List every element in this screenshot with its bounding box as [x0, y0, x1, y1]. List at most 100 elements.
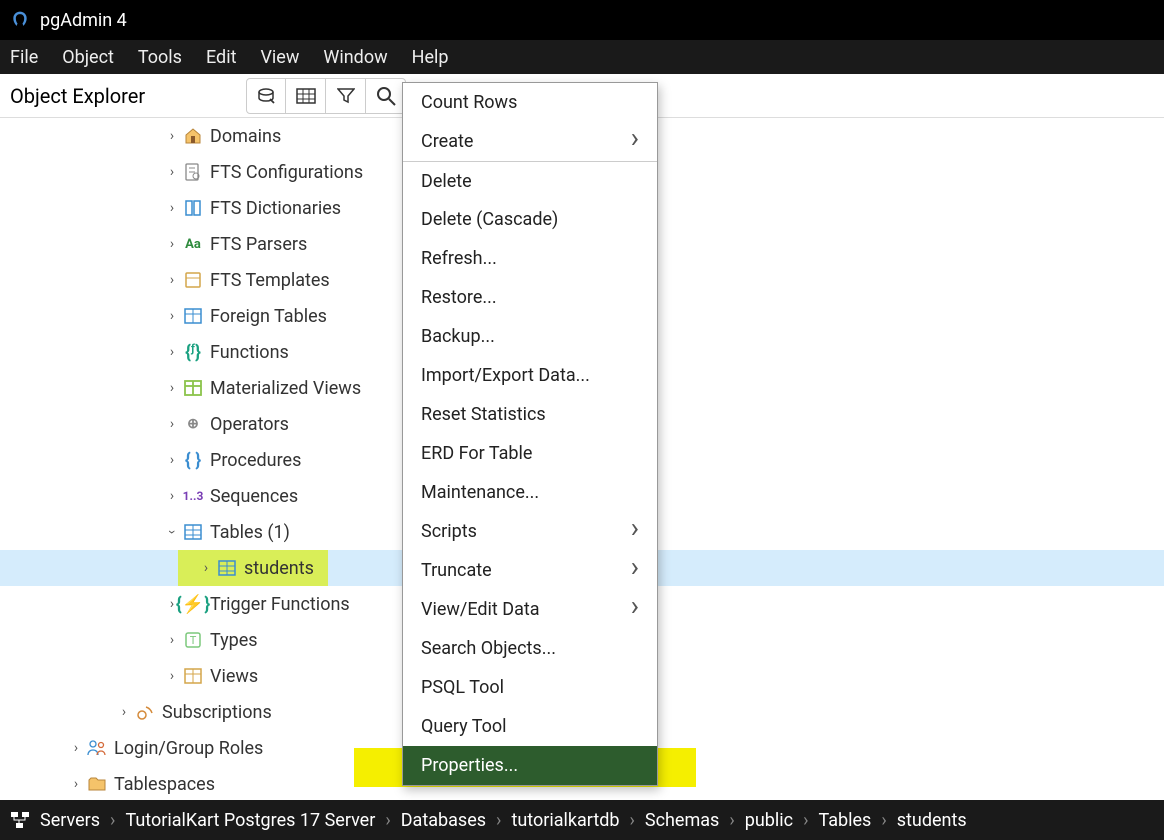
mat-views-icon — [182, 380, 204, 396]
tree-label: Trigger Functions — [210, 594, 350, 615]
menu-reset-stats[interactable]: Reset Statistics — [403, 395, 657, 434]
tree-label: Views — [210, 666, 258, 687]
menu-tools[interactable]: Tools — [138, 47, 182, 68]
menu-view[interactable]: View — [260, 47, 299, 68]
menu-delete[interactable]: Delete — [403, 161, 657, 200]
tree-label: FTS Configurations — [210, 162, 363, 183]
menu-psql-tool[interactable]: PSQL Tool — [403, 668, 657, 707]
chevron-right-icon: › — [162, 200, 182, 216]
chevron-right-icon: › — [66, 740, 86, 756]
chevron-right-icon: › — [162, 236, 182, 252]
tree-label: Tables (1) — [210, 522, 290, 543]
bc-students[interactable]: students — [897, 810, 967, 831]
menu-maintenance[interactable]: Maintenance... — [403, 473, 657, 512]
breadcrumb: Servers› TutorialKart Postgres 17 Server… — [0, 800, 1164, 840]
context-menu: Count Rows Create Delete Delete (Cascade… — [402, 82, 658, 786]
fts-dict-icon — [182, 199, 204, 217]
chevron-right-icon: › — [162, 380, 182, 396]
tree-label: FTS Dictionaries — [210, 198, 341, 219]
menu-count-rows[interactable]: Count Rows — [403, 83, 657, 122]
menu-refresh[interactable]: Refresh... — [403, 239, 657, 278]
operators-icon: ⊕ — [182, 416, 204, 432]
titlebar: pgAdmin 4 — [0, 0, 1164, 40]
query-tool-icon[interactable] — [246, 78, 286, 114]
menu-edit[interactable]: Edit — [206, 47, 236, 68]
chevron-right-icon: › — [162, 668, 182, 684]
menu-erd[interactable]: ERD For Table — [403, 434, 657, 473]
chevron-right-icon — [631, 560, 639, 581]
menu-view-edit-data[interactable]: View/Edit Data — [403, 590, 657, 629]
chevron-right-icon: › — [114, 704, 134, 720]
fts-templates-icon — [182, 271, 204, 289]
functions-icon: {ƒ} — [182, 342, 204, 363]
tree-label: FTS Parsers — [210, 234, 307, 255]
tree-label: Types — [210, 630, 258, 651]
menu-help[interactable]: Help — [412, 47, 449, 68]
svg-text:T: T — [190, 634, 197, 647]
server-tree-icon — [10, 811, 30, 829]
sequences-icon: 1..3 — [182, 489, 204, 503]
filter-icon[interactable] — [326, 78, 366, 114]
explorer-toolbar — [246, 78, 1164, 114]
app-title: pgAdmin 4 — [40, 10, 127, 31]
trigger-fn-icon: {⚡} — [182, 594, 204, 615]
tree-label: FTS Templates — [210, 270, 330, 291]
chevron-down-icon: › — [164, 522, 180, 542]
procedures-icon: { } — [182, 450, 204, 471]
bc-db[interactable]: tutorialkartdb — [511, 810, 619, 831]
login-roles-icon — [86, 739, 108, 757]
chevron-right-icon: › — [162, 272, 182, 288]
tree-label: Subscriptions — [162, 702, 272, 723]
menu-file[interactable]: File — [10, 47, 38, 68]
menu-query-tool[interactable]: Query Tool — [403, 707, 657, 746]
menubar: File Object Tools Edit View Window Help — [0, 40, 1164, 74]
chevron-right-icon: › — [162, 488, 182, 504]
menu-restore[interactable]: Restore... — [403, 278, 657, 317]
chevron-right-icon: › — [196, 560, 216, 576]
chevron-right-icon: › — [162, 416, 182, 432]
bc-public[interactable]: public — [745, 810, 793, 831]
views-icon — [182, 668, 204, 684]
tree-label: Tablespaces — [114, 774, 215, 795]
bc-schemas[interactable]: Schemas — [645, 810, 719, 831]
fts-parsers-icon: Aa — [182, 237, 204, 252]
bc-databases[interactable]: Databases — [401, 810, 486, 831]
app-icon — [10, 10, 30, 30]
chevron-right-icon — [631, 521, 639, 542]
chevron-right-icon: › — [162, 308, 182, 324]
bc-server[interactable]: TutorialKart Postgres 17 Server — [125, 810, 375, 831]
chevron-right-icon: › — [162, 128, 182, 144]
menu-import-export[interactable]: Import/Export Data... — [403, 356, 657, 395]
view-data-icon[interactable] — [286, 78, 326, 114]
menu-window[interactable]: Window — [323, 47, 387, 68]
chevron-right-icon — [631, 131, 639, 152]
types-icon: T — [182, 632, 204, 648]
menu-properties[interactable]: Properties... — [403, 746, 657, 785]
menu-search-objects[interactable]: Search Objects... — [403, 629, 657, 668]
chevron-right-icon: › — [162, 344, 182, 360]
object-explorer-title: Object Explorer — [10, 84, 145, 108]
subscriptions-icon — [134, 703, 156, 721]
menu-truncate[interactable]: Truncate — [403, 551, 657, 590]
tree-label: Sequences — [210, 486, 298, 507]
tree-label: Login/Group Roles — [114, 738, 263, 759]
bc-servers[interactable]: Servers — [40, 810, 100, 831]
menu-scripts[interactable]: Scripts — [403, 512, 657, 551]
tablespaces-icon — [86, 777, 108, 791]
menu-create[interactable]: Create — [403, 122, 657, 161]
menu-object[interactable]: Object — [62, 47, 114, 68]
tree-label: Functions — [210, 342, 289, 363]
fts-config-icon — [182, 163, 204, 181]
tree-label: Operators — [210, 414, 289, 435]
menu-backup[interactable]: Backup... — [403, 317, 657, 356]
tree-label: Materialized Views — [210, 378, 361, 399]
chevron-right-icon: › — [162, 164, 182, 180]
foreign-tables-icon — [182, 308, 204, 324]
bc-tables[interactable]: Tables — [818, 810, 871, 831]
chevron-right-icon: › — [162, 632, 182, 648]
chevron-right-icon: › — [162, 452, 182, 468]
search-icon[interactable] — [366, 78, 406, 114]
tables-icon — [182, 524, 204, 540]
tree-label: Foreign Tables — [210, 306, 327, 327]
menu-delete-cascade[interactable]: Delete (Cascade) — [403, 200, 657, 239]
